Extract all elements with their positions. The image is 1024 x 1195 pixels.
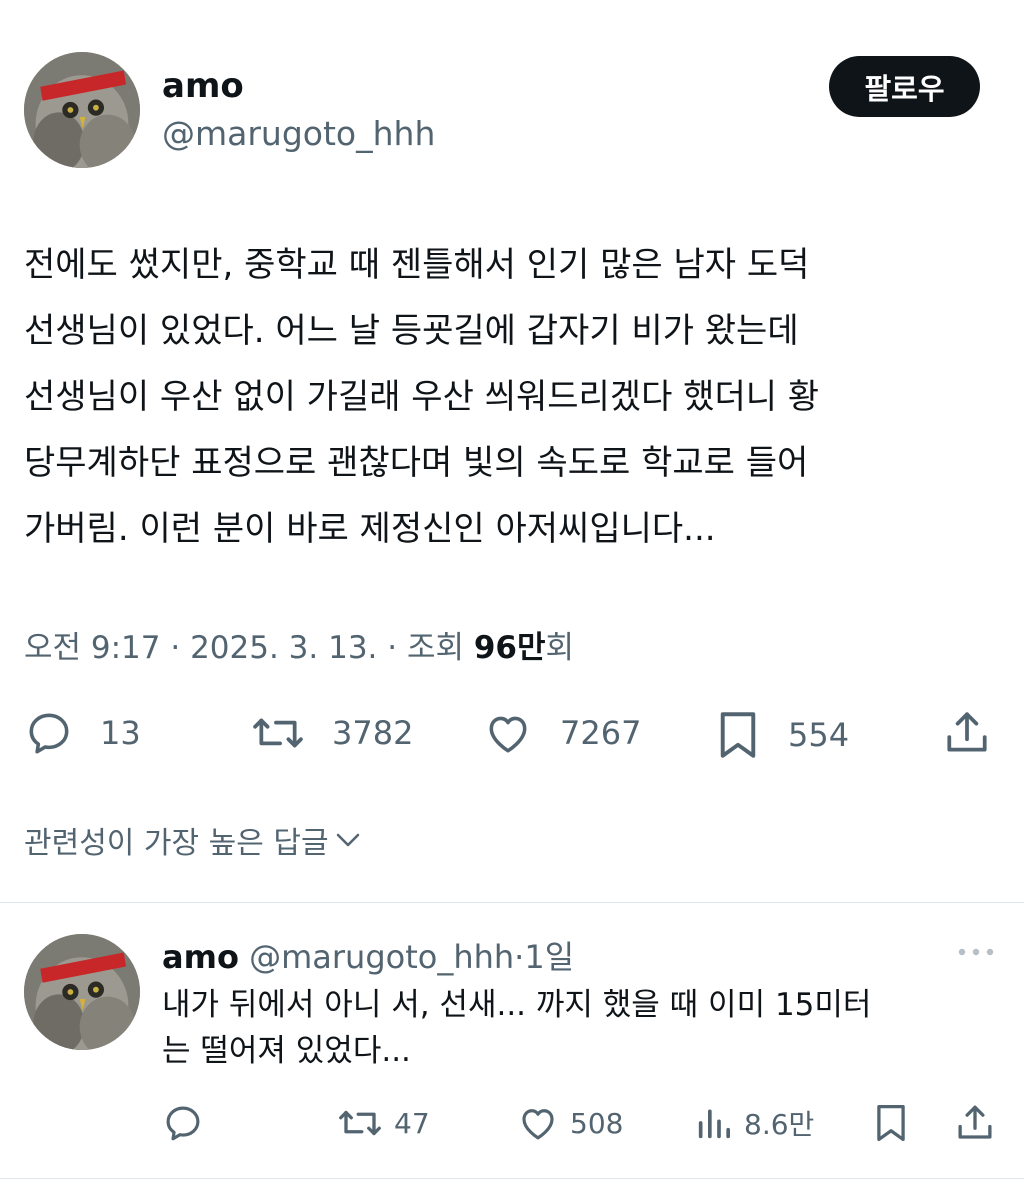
tweet-timestamp[interactable]: 오전 9:17 · 2025. 3. 13. · 조회 xyxy=(24,630,474,666)
reply-reply-button[interactable] xyxy=(162,1102,204,1144)
view-count: 96만 xyxy=(473,630,546,666)
author-handle[interactable]: @marugoto_hhh xyxy=(162,114,435,153)
divider xyxy=(0,1178,1024,1179)
reply-bookmark-button[interactable] xyxy=(872,1100,910,1146)
replies-sort-label: 관련성이 가장 높은 답글 xyxy=(24,826,329,861)
divider xyxy=(0,902,1024,903)
retweet-button[interactable]: 3782 xyxy=(250,708,413,758)
reply-retweet-button[interactable]: 47 xyxy=(336,1102,430,1144)
bookmark-button[interactable]: 554 xyxy=(714,708,849,762)
reply-author-handle[interactable]: @marugoto_hhh xyxy=(249,938,514,976)
reply-author-avatar[interactable] xyxy=(24,934,140,1050)
retweet-count: 3782 xyxy=(332,714,414,752)
owl-avatar-image xyxy=(24,52,140,168)
reply-author-name[interactable]: amo xyxy=(162,938,239,976)
author-name[interactable]: amo xyxy=(162,66,244,106)
reply-button[interactable]: 13 xyxy=(24,708,141,758)
retweet-icon xyxy=(253,718,303,748)
tweet-meta: 오전 9:17 · 2025. 3. 13. · 조회 96만회 xyxy=(24,622,574,667)
reply-icon xyxy=(29,713,69,754)
reply-share-button[interactable] xyxy=(954,1102,996,1144)
replies-sort-dropdown[interactable]: 관련성이 가장 높은 답글 xyxy=(24,818,363,862)
bookmark-icon xyxy=(877,1104,905,1142)
bookmark-icon xyxy=(720,712,756,758)
reply-views-button[interactable]: 8.6만 xyxy=(694,1102,814,1144)
reply-like-button[interactable]: 508 xyxy=(516,1102,623,1144)
reply-icon xyxy=(166,1106,200,1141)
bookmark-count: 554 xyxy=(788,716,850,754)
reply-view-count: 8.6만 xyxy=(744,1108,815,1141)
like-icon xyxy=(522,1109,554,1140)
reply-count: 13 xyxy=(100,714,141,752)
reply-time[interactable]: 1일 xyxy=(524,938,574,976)
like-icon xyxy=(489,716,527,753)
reply-text: 내가 뒤에서 아니 서, 선새... 까지 했을 때 이미 15미터 는 떨어져… xyxy=(162,987,872,1069)
share-icon xyxy=(958,1105,992,1139)
chevron-down-icon xyxy=(336,833,359,847)
follow-button[interactable]: 팔로우 xyxy=(829,56,980,117)
views-icon xyxy=(698,1109,730,1139)
reply-retweet-count: 47 xyxy=(394,1106,430,1140)
reply-header: amo @marugoto_hhh·1일 xyxy=(162,932,574,978)
reply-like-count: 508 xyxy=(570,1106,624,1140)
more-options-button[interactable] xyxy=(956,940,996,968)
author-avatar[interactable] xyxy=(24,52,140,168)
like-button[interactable]: 7267 xyxy=(482,708,641,758)
like-count: 7267 xyxy=(560,714,642,752)
owl-avatar-image xyxy=(24,934,140,1050)
share-icon xyxy=(947,712,987,752)
more-icon xyxy=(958,948,994,956)
view-count-suffix: 회 xyxy=(545,630,575,666)
tweet-text: 전에도 썼지만, 중학교 때 젠틀해서 인기 많은 남자 도덕 선생님이 있었다… xyxy=(24,245,820,549)
share-button[interactable] xyxy=(942,708,992,758)
retweet-icon xyxy=(339,1110,381,1136)
separator-dot: · xyxy=(514,938,525,976)
